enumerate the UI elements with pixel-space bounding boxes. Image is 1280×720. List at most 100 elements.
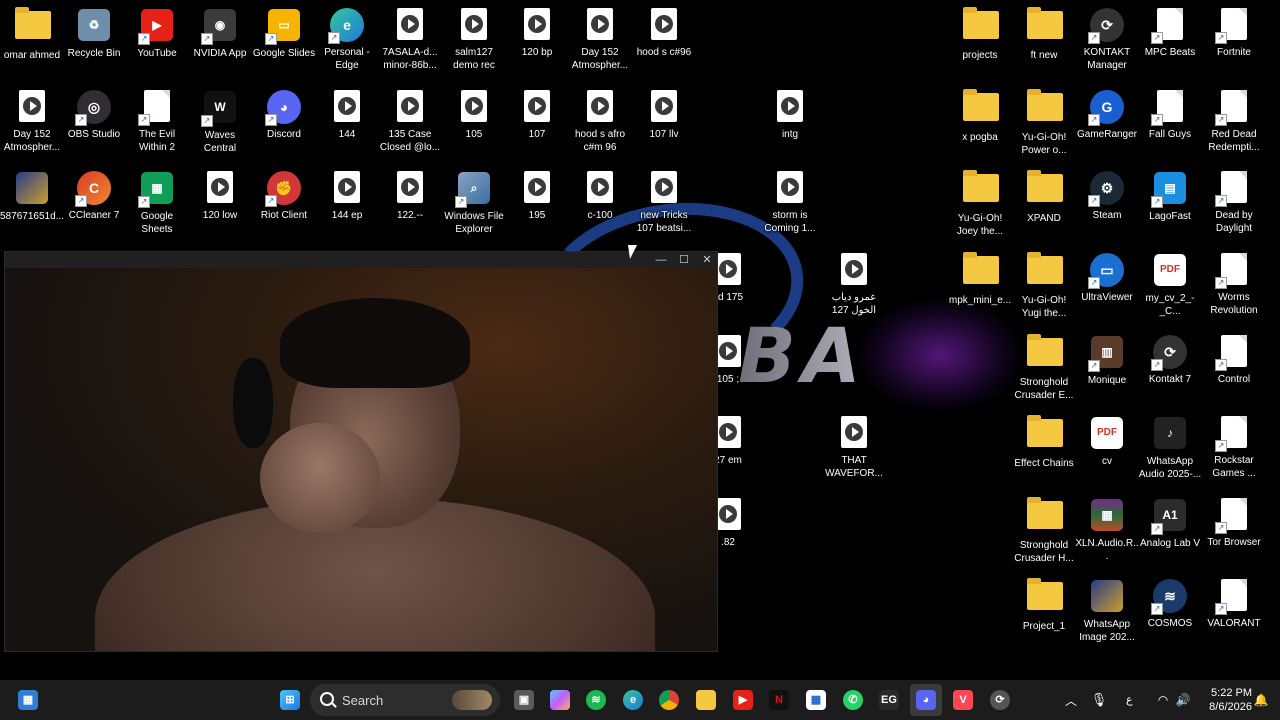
desktop-icon[interactable]: ▭ ↗ UltraViewer	[1075, 253, 1139, 304]
desktop-icon[interactable]: XPAND	[1012, 170, 1076, 225]
window-titlebar[interactable]: — ☐ ✕	[5, 252, 717, 268]
desktop-icon[interactable]: Yu-Gi-Oh! Power o...	[1012, 89, 1076, 157]
desktop-icon[interactable]: salm127 demo rec	[442, 8, 506, 72]
desktop-icon[interactable]: ↗ Fall Guys	[1138, 90, 1202, 141]
desktop-icon[interactable]: ✊ ↗ Riot Client	[252, 171, 316, 222]
desktop-icon[interactable]: Day 152 Atmospher...	[568, 8, 632, 72]
desktop-icon[interactable]: WhatsApp Image 202...	[1075, 579, 1139, 644]
desktop-icon[interactable]: ↗ Tor Browser	[1202, 498, 1266, 549]
desktop-icon[interactable]: ◕ ↗ Discord	[252, 90, 316, 141]
desktop-icon[interactable]: storm is Coming 1...	[758, 171, 822, 235]
volume-button[interactable]: 🔊	[1170, 684, 1196, 716]
clock-date[interactable]: 8/6/2026	[1196, 701, 1252, 713]
taskbar-app-button[interactable]: EG	[873, 684, 905, 716]
desktop-icon[interactable]: e ↗ Personal - Edge	[315, 8, 379, 72]
ime-indicator[interactable]: ع	[1126, 693, 1133, 706]
desktop-icon[interactable]: G ↗ GameRanger	[1075, 90, 1139, 141]
desktop-icon[interactable]: ⚙ ↗ Steam	[1075, 171, 1139, 222]
desktop-icon[interactable]: ↗ Fortnite	[1202, 8, 1266, 59]
desktop-icon[interactable]: ↗ Worms Revolution	[1202, 253, 1266, 317]
taskbar-app-button[interactable]: ◕	[910, 684, 942, 716]
desktop-icon[interactable]: 107 llv	[632, 90, 696, 141]
desktop-icon[interactable]: 144	[315, 90, 379, 141]
desktop-icon[interactable]: ▦ XLN.Audio.R...	[1075, 498, 1139, 563]
desktop-icon[interactable]: ⟳ ↗ Kontakt 7	[1138, 335, 1202, 386]
desktop-icon[interactable]: ▥ ↗ Monique	[1075, 335, 1139, 387]
desktop-icon[interactable]: hood s c#96	[632, 8, 696, 59]
desktop-icon[interactable]: ↗ VALORANT	[1202, 579, 1266, 630]
taskbar-app-button[interactable]	[544, 684, 576, 716]
microphone-button[interactable]: 🎙	[1086, 684, 1112, 716]
desktop-icon[interactable]: intg	[758, 90, 822, 141]
desktop-icon[interactable]: Stronghold Crusader H...	[1012, 497, 1076, 565]
desktop-icon[interactable]: W ↗ Waves Central	[188, 90, 252, 155]
desktop-icon[interactable]: ⟳ ↗ KONTAKT Manager	[1075, 8, 1139, 72]
desktop-icon[interactable]: 7ASALA-d... minor-86b...	[378, 8, 442, 72]
taskbar-app-button[interactable]: ≋	[580, 684, 612, 716]
widgets-button[interactable]: ▦	[12, 684, 44, 716]
taskbar-app-button[interactable]	[653, 684, 685, 716]
desktop-icon[interactable]: 195	[505, 171, 569, 222]
taskbar-app-button[interactable]: ✆	[837, 684, 869, 716]
minimize-icon[interactable]: —	[649, 252, 673, 268]
desktop-icon[interactable]: Project_1	[1012, 578, 1076, 633]
taskbar-app-button[interactable]: e	[617, 684, 649, 716]
desktop-icon[interactable]: ↗ Red Dead Redempti...	[1202, 90, 1266, 154]
taskbar-app-button[interactable]: V	[947, 684, 979, 716]
desktop-icon[interactable]: ▶ ↗ YouTube	[125, 8, 189, 60]
desktop-icon[interactable]: mpk_mini_e...	[948, 252, 1012, 307]
taskbar-app-button[interactable]	[690, 684, 722, 716]
desktop-icon[interactable]: C ↗ CCleaner 7	[62, 171, 126, 222]
desktop-icon[interactable]: Effect Chains	[1012, 415, 1076, 470]
desktop-icon[interactable]: Stronghold Crusader E...	[1012, 334, 1076, 402]
desktop-icon[interactable]: x pogba	[948, 89, 1012, 144]
desktop-icon[interactable]: projects	[948, 7, 1012, 62]
taskbar-app-button[interactable]: ⟳	[984, 684, 1016, 716]
desktop-icon[interactable]: Yu-Gi-Oh! Joey the...	[948, 170, 1012, 238]
desktop-icon[interactable]: hood s afro c#m 96	[568, 90, 632, 154]
taskbar-app-button[interactable]: ▶	[727, 684, 759, 716]
search-input[interactable]: Search	[310, 684, 500, 716]
desktop-icon[interactable]: PDF cv	[1075, 416, 1139, 468]
desktop-icon[interactable]: ↗ Control	[1202, 335, 1266, 386]
desktop-icon[interactable]: ≋ ↗ COSMOS	[1138, 579, 1202, 630]
desktop-icon[interactable]: ◎ ↗ OBS Studio	[62, 90, 126, 141]
desktop-icon[interactable]: عمرو دياب الخول 127	[822, 253, 886, 317]
taskbar-app-button[interactable]: ▦	[800, 684, 832, 716]
desktop-icon[interactable]: ↗ Dead by Daylight	[1202, 171, 1266, 235]
desktop-icon[interactable]: ◉ ↗ NVIDIA App	[188, 8, 252, 60]
maximize-icon[interactable]: ☐	[672, 252, 696, 268]
clock-time[interactable]: 5:22 PM	[1200, 687, 1252, 699]
desktop-icon[interactable]: PDF my_cv_2_-_C...	[1138, 253, 1202, 318]
desktop-icon[interactable]: ♪ WhatsApp Audio 2025-...	[1138, 416, 1202, 481]
desktop-icon[interactable]: 107	[505, 90, 569, 141]
desktop-icon[interactable]: A1 ↗ Analog Lab V	[1138, 498, 1202, 550]
taskbar-app-button[interactable]: N	[763, 684, 795, 716]
desktop-icon[interactable]: 120 bp	[505, 8, 569, 59]
desktop-icon[interactable]: Day 152 Atmospher...	[0, 90, 64, 154]
desktop-icon[interactable]: ▦ ↗ Google Sheets	[125, 171, 189, 236]
desktop-icon[interactable]: 144 ep	[315, 171, 379, 222]
camera-window[interactable]: — ☐ ✕	[4, 251, 718, 652]
desktop-icon[interactable]: ▤ ↗ LagoFast	[1138, 171, 1202, 223]
desktop-icon[interactable]: Yu-Gi-Oh! Yugi the...	[1012, 252, 1076, 320]
desktop-icon[interactable]: ▭ ↗ Google Slides	[252, 8, 316, 60]
desktop-icon[interactable]: THAT WAVEFOR...	[822, 416, 886, 480]
desktop-icon[interactable]: ⌕ ↗ Windows File Explorer	[442, 171, 506, 236]
desktop-icon[interactable]: ft new	[1012, 7, 1076, 62]
desktop-icon[interactable]: 105	[442, 90, 506, 141]
taskbar-app-button[interactable]: ▣	[508, 684, 540, 716]
desktop-icon[interactable]: 587671651d...	[0, 171, 64, 223]
desktop-icon[interactable]: ♻ Recycle Bin	[62, 8, 126, 60]
desktop-icon[interactable]: ↗ MPC Beats	[1138, 8, 1202, 59]
desktop-icon[interactable]: omar ahmed	[0, 7, 64, 62]
desktop-icon[interactable]: 120 low	[188, 171, 252, 222]
desktop-icon[interactable]: ↗ The Evil Within 2	[125, 90, 189, 154]
desktop-icon[interactable]: c-100	[568, 171, 632, 222]
notification-button[interactable]: 🔔	[1250, 684, 1272, 716]
close-icon[interactable]: ✕	[695, 252, 719, 268]
tray-chevron-button[interactable]: ︿	[1057, 684, 1085, 716]
desktop-icon[interactable]: 135 Case Closed @lo...	[378, 90, 442, 154]
start-button[interactable]: ⊞	[274, 684, 306, 716]
desktop-icon[interactable]: 122.--	[378, 171, 442, 222]
